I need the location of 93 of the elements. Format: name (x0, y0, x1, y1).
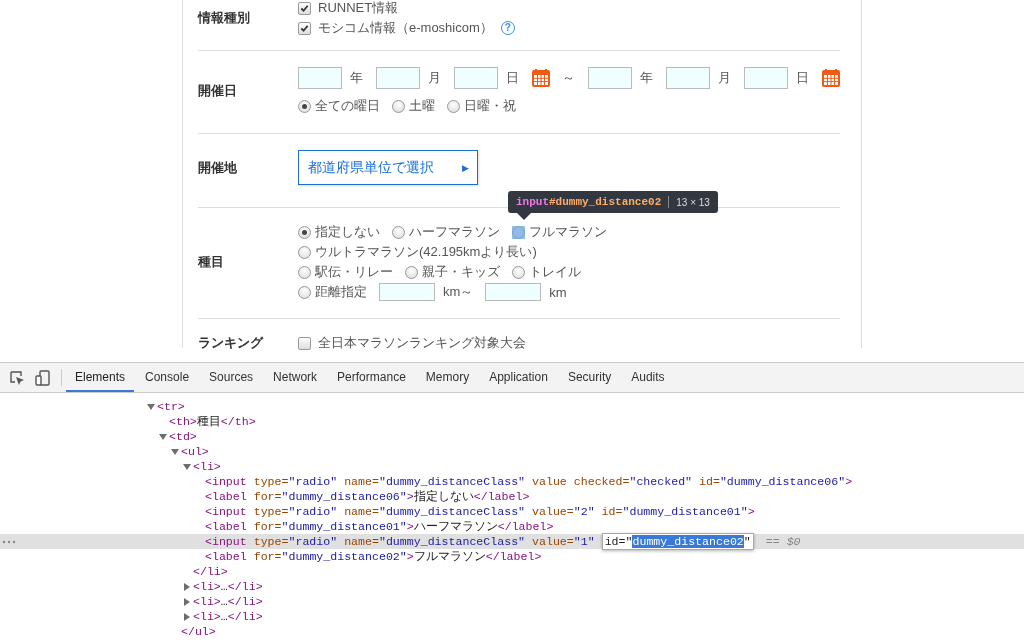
radio-label[interactable]: トレイル (529, 263, 581, 281)
radio-button[interactable] (392, 225, 405, 239)
field-label: 開催地 (198, 158, 238, 177)
calendar-icon[interactable] (532, 69, 550, 87)
devtools-tab[interactable]: Console (136, 363, 199, 392)
unit-label: 月 (428, 69, 441, 87)
range-separator: ～ (562, 69, 575, 87)
unit-label: 月 (718, 69, 731, 87)
prefecture-select-button[interactable]: 都道府県単位で選択 ▶ (298, 150, 478, 185)
radio-label[interactable]: 土曜 (409, 97, 435, 115)
month-input[interactable] (376, 67, 420, 89)
unit-label: 日 (506, 69, 519, 87)
collapsed-triangle-icon[interactable] (183, 612, 191, 621)
collapsed-triangle-icon[interactable] (183, 597, 191, 606)
checkbox[interactable] (298, 21, 311, 35)
checkbox[interactable] (298, 1, 311, 15)
collapsed-triangle-icon[interactable] (183, 582, 191, 591)
checkbox[interactable] (298, 336, 311, 350)
code-line[interactable]: <li>…</li> (193, 594, 263, 609)
unit-label: km～ (443, 283, 474, 301)
radio-label[interactable]: 日曜・祝 (464, 97, 516, 115)
devtools-tab[interactable]: Network (264, 363, 327, 392)
radio-label[interactable]: 親子・キッズ (422, 263, 500, 281)
devtools-tab[interactable]: Elements (66, 363, 135, 392)
devtools-tab[interactable]: Performance (328, 363, 415, 392)
more-dots-icon[interactable] (2, 540, 16, 544)
code-line[interactable]: </li> (193, 564, 228, 579)
selected-row[interactable]: <input type="radio" name="dummy_distanceClass" value="1" id="dummy_distance02" == $0 (0, 534, 1024, 549)
radio-label[interactable]: 距離指定 (315, 283, 367, 301)
radio-button[interactable] (405, 265, 418, 279)
field-label: 種目 (198, 253, 225, 271)
devtools-tab[interactable]: Application (480, 363, 557, 392)
year-input[interactable] (588, 67, 632, 89)
unit-label: 年 (350, 69, 363, 87)
expanded-triangle-icon[interactable] (171, 447, 179, 456)
triangle-icon: ▶ (462, 162, 469, 173)
radio-button[interactable] (298, 99, 311, 113)
expanded-triangle-icon[interactable] (147, 402, 155, 411)
radio-label[interactable]: 駅伝・リレー (315, 263, 393, 281)
radio-label[interactable]: ウルトラマラソン(42.195kmより長い) (315, 243, 537, 261)
radio-button[interactable] (298, 265, 311, 279)
code-line[interactable]: <label for="dummy_distance02">フルマラソン</label> (205, 549, 542, 564)
radio-label[interactable]: 全ての曜日 (315, 97, 380, 115)
radio-button[interactable] (392, 99, 405, 113)
code-line[interactable]: <input type="radio" name="dummy_distanceClass" value="2" id="dummy_distance01"> (205, 504, 755, 519)
selected-node-marker: == $0 (765, 534, 801, 549)
distance-input[interactable] (485, 283, 542, 301)
code-line[interactable]: <input type="radio" name="dummy_distanceClass" value="1" (205, 534, 595, 549)
code-line[interactable]: </ul> (181, 624, 216, 639)
unit-label: 年 (640, 69, 653, 87)
code-line[interactable]: <li>…</li> (193, 579, 263, 594)
month-input[interactable] (666, 67, 710, 89)
year-input[interactable] (298, 67, 342, 89)
code-line[interactable]: <tr> (157, 399, 185, 414)
radio-label[interactable]: 指定しない (315, 223, 380, 241)
radio-button[interactable] (298, 225, 311, 239)
checkbox-label[interactable]: RUNNET情報 (318, 0, 399, 17)
radio-button[interactable] (512, 265, 525, 279)
devtools-tab[interactable]: Memory (416, 363, 479, 392)
distance-input[interactable] (379, 283, 435, 301)
unit-label: 日 (796, 69, 809, 87)
calendar-icon[interactable] (822, 69, 840, 87)
code-line[interactable]: <li> (193, 459, 221, 474)
element-selector: input#dummy_distance02 (516, 196, 662, 208)
code-line[interactable]: <label for="dummy_distance06">指定しない</label> (205, 489, 530, 504)
radio-label[interactable]: ハーフマラソン (409, 223, 500, 241)
element-size: 13 × 13 (676, 196, 710, 208)
code-line[interactable]: <th>種目</th> (169, 414, 256, 429)
radio-button[interactable] (298, 285, 311, 299)
radio-label[interactable]: フルマラソン (529, 223, 607, 241)
field-label: ランキング (198, 334, 265, 352)
checkbox-label[interactable]: モシコム情報（e-moshicom） (318, 19, 493, 37)
devtools-tab[interactable]: Sources (200, 363, 263, 392)
field-label: 情報種別 (198, 9, 251, 27)
day-input[interactable] (454, 67, 498, 89)
radio-button[interactable] (298, 245, 311, 259)
code-line[interactable]: <td> (169, 429, 197, 444)
expanded-triangle-icon[interactable] (183, 462, 191, 471)
devtools-tab[interactable]: Audits (622, 363, 674, 392)
radio-button[interactable] (447, 99, 460, 113)
code-line[interactable]: <input type="radio" name="dummy_distanceClass" value checked="checked" id="dummy_distance06"> (205, 474, 853, 489)
code-line[interactable]: <label for="dummy_distance01">ハーフマラソン</label> (205, 519, 554, 534)
day-input[interactable] (744, 67, 788, 89)
checkbox-label[interactable]: 全日本マラソンランキング対象大会 (318, 334, 526, 352)
code-line[interactable]: <li>…</li> (193, 609, 263, 624)
code-line[interactable]: <ul> (181, 444, 209, 459)
expanded-triangle-icon[interactable] (159, 432, 167, 441)
field-label: 開催日 (198, 82, 238, 100)
attribute-edit-field[interactable]: id="dummy_distance02" (601, 533, 754, 550)
unit-label: km (549, 284, 567, 300)
devtools-tab[interactable]: Security (558, 363, 621, 392)
device-icon[interactable] (35, 369, 51, 386)
inspect-icon[interactable] (9, 369, 25, 386)
